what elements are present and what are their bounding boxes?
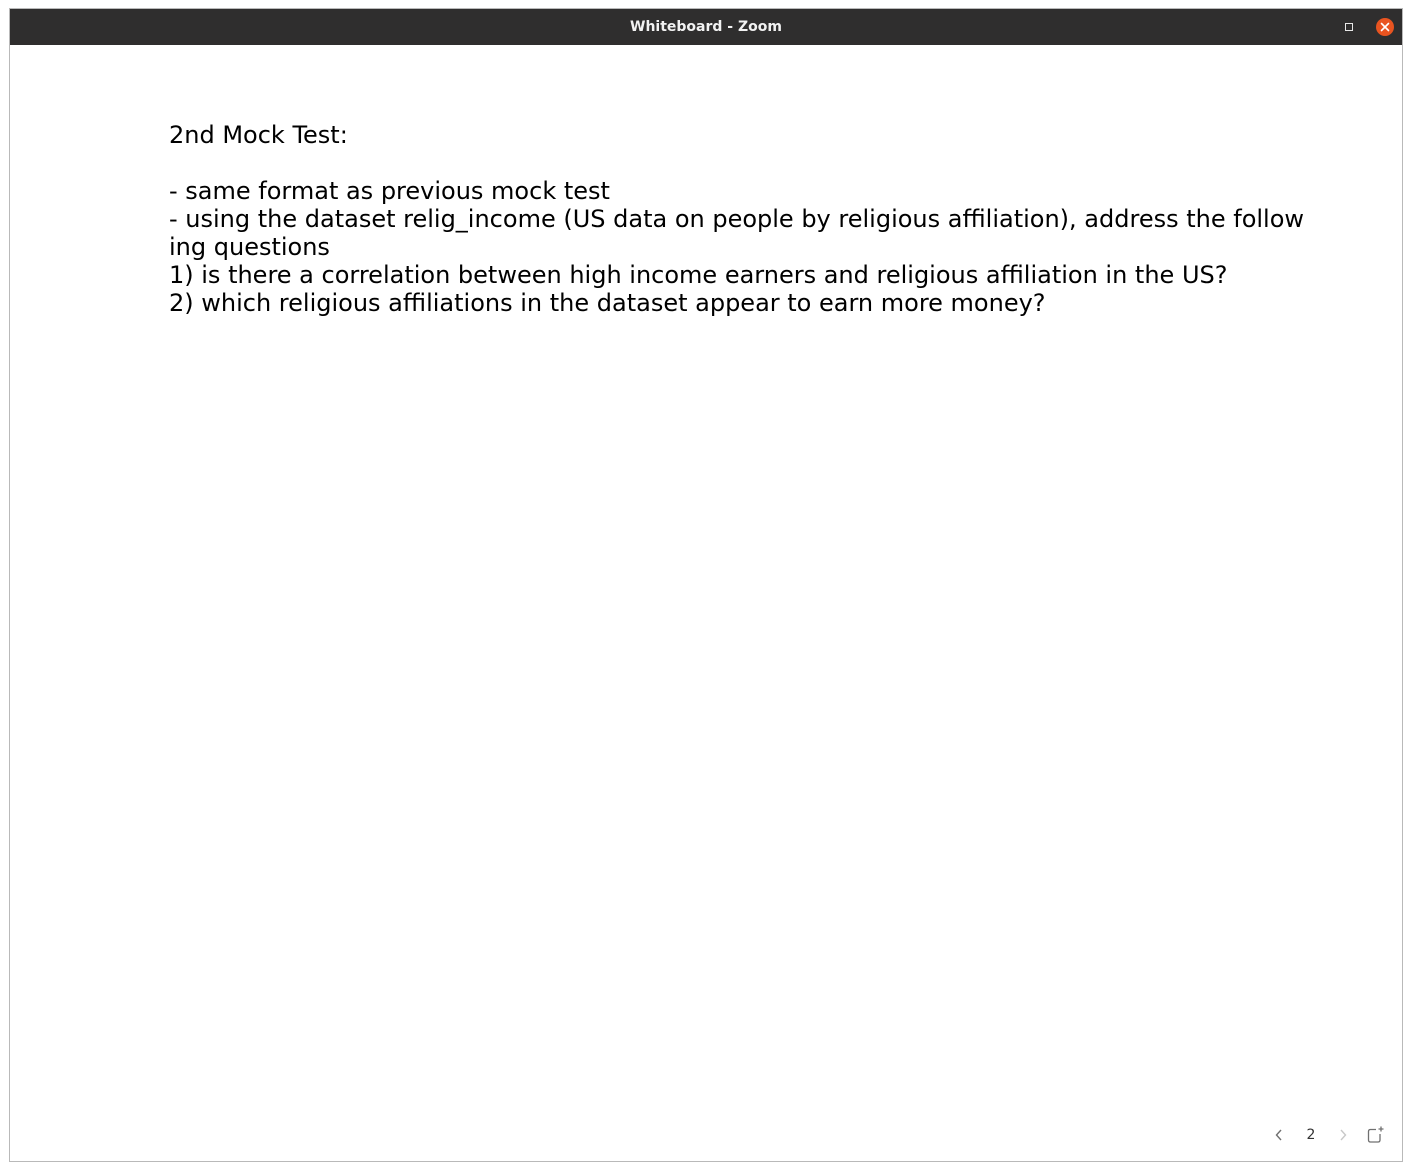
- maximize-icon: [1345, 23, 1353, 31]
- whiteboard-canvas[interactable]: 2nd Mock Test: - same format as previous…: [10, 45, 1402, 1161]
- next-page-button[interactable]: [1328, 1120, 1358, 1150]
- previous-page-button[interactable]: [1264, 1120, 1294, 1150]
- window-title: Whiteboard - Zoom: [630, 19, 782, 35]
- maximize-button[interactable]: [1340, 18, 1358, 36]
- whiteboard-window: Whiteboard - Zoom 2nd Mock Test: - same …: [9, 8, 1403, 1162]
- close-button[interactable]: [1376, 18, 1394, 36]
- text-line: 2) which religious affiliations in the d…: [169, 289, 1046, 317]
- whiteboard-text[interactable]: 2nd Mock Test: - same format as previous…: [169, 121, 1329, 317]
- text-line: - same format as previous mock test: [169, 177, 610, 205]
- text-line: 1) is there a correlation between high i…: [169, 261, 1228, 289]
- page-number: 2: [1306, 1127, 1316, 1143]
- text-line: 2nd Mock Test:: [169, 121, 348, 149]
- page-navigator: 2: [1264, 1120, 1392, 1150]
- title-bar[interactable]: Whiteboard - Zoom: [10, 9, 1402, 45]
- text-line: ing questions: [169, 233, 330, 261]
- add-page-button[interactable]: [1358, 1120, 1392, 1150]
- add-page-icon: [1367, 1126, 1384, 1143]
- chevron-right-icon: [1340, 1129, 1347, 1141]
- close-icon: [1380, 22, 1390, 32]
- text-line: - using the dataset relig_income (US dat…: [169, 205, 1305, 233]
- chevron-left-icon: [1275, 1129, 1282, 1141]
